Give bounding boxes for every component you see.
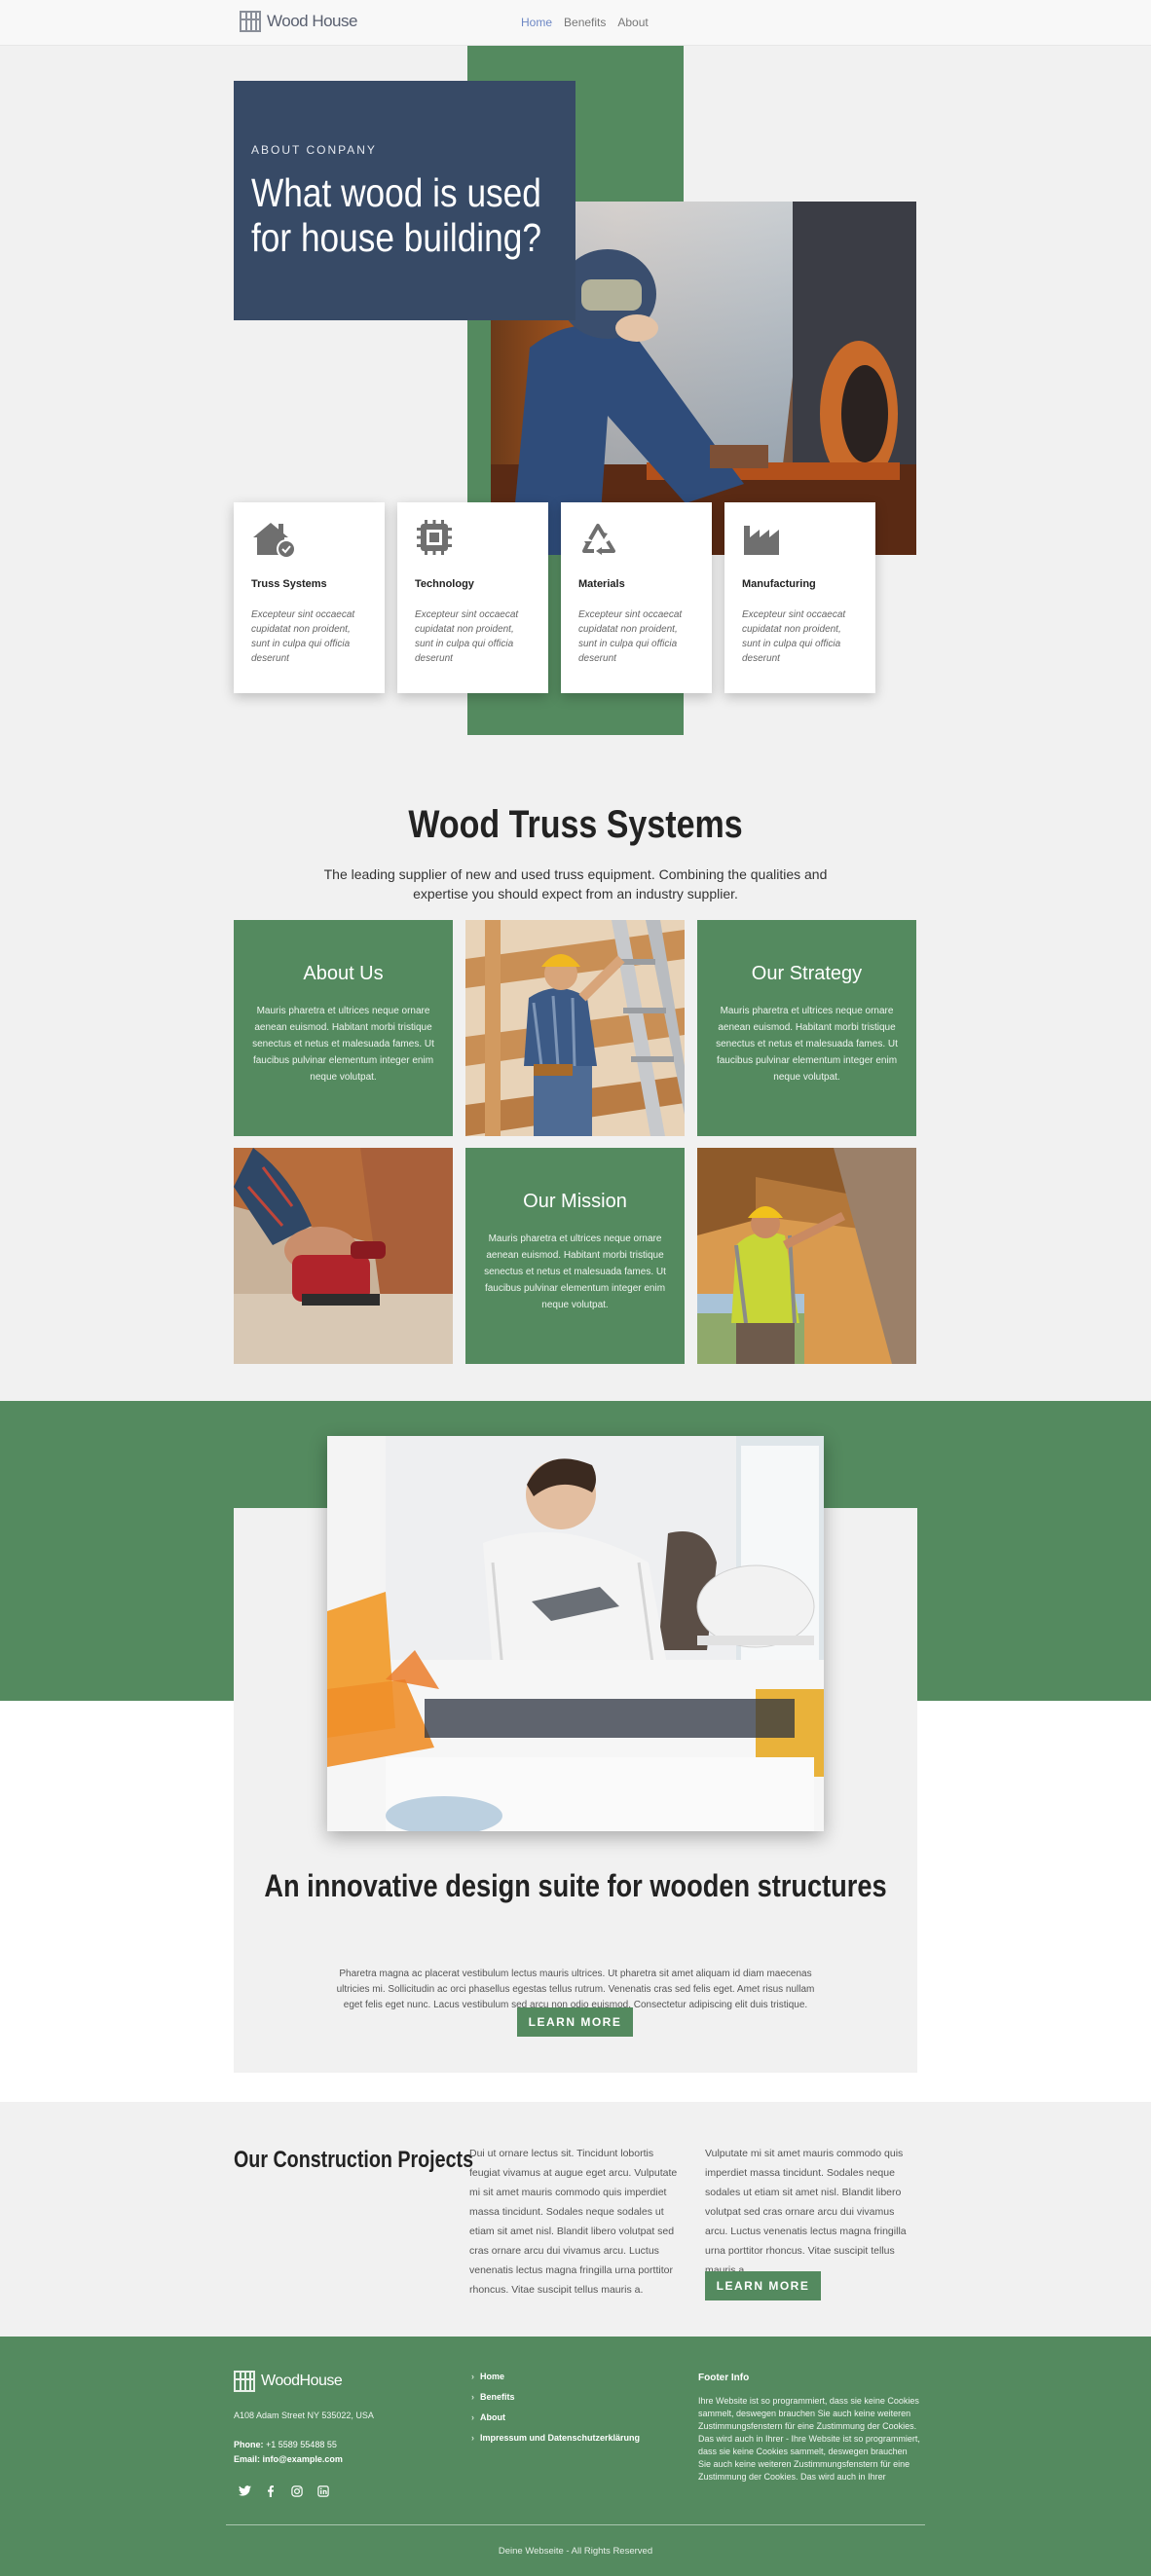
truss-section-title: Wood Truss Systems [408, 803, 743, 846]
feature-text: Excepteur sint occaecat cupidatat non pr… [742, 609, 846, 664]
footer-phone-label: Phone: [234, 2440, 264, 2449]
truss-section-subtitle: The leading supplier of new and used tru… [323, 866, 828, 902]
instagram-icon[interactable] [290, 2485, 304, 2500]
feature-card-materials: Materials Excepteur sint occaecat cupida… [561, 502, 712, 693]
footer-link-benefits[interactable]: Benefits [471, 2392, 640, 2402]
logo-text: Wood House [267, 12, 357, 30]
recycle-icon [578, 520, 627, 559]
facebook-icon[interactable] [264, 2485, 278, 2500]
tile-about-us: About Us Mauris pharetra et ultrices neq… [234, 920, 453, 1136]
projects-text-col1: Dui ut ornare lectus sit. Tincidunt lobo… [469, 2148, 678, 2296]
feature-title: Manufacturing [742, 578, 816, 590]
projects-text-col2: Vulputate mi sit amet mauris commodo qui… [705, 2148, 907, 2276]
footer-address: A108 Adam Street NY 535022, USA [234, 2410, 374, 2420]
logo-grid-icon [234, 2371, 255, 2392]
roof-worker-photo [697, 1148, 916, 1364]
tile-title: Our Strategy [751, 963, 863, 984]
footer-divider [226, 2524, 925, 2525]
footer-phone: Phone: +1 5589 55488 55 [234, 2440, 337, 2449]
tile-title: About Us [303, 963, 384, 984]
innovation-learn-more-button[interactable]: LEARN MORE [517, 2007, 633, 2037]
hero-title: What wood is used for house building? [251, 170, 541, 260]
footer-copyright: Deine Webseite - All Rights Reserved [498, 2546, 653, 2557]
tile-text: Mauris pharetra et ultrices neque ornare… [716, 1006, 898, 1083]
feature-title: Materials [578, 578, 625, 590]
footer-logo[interactable]: WoodHouse [234, 2371, 343, 2392]
feature-card-technology: Technology Excepteur sint occaecat cupid… [397, 502, 548, 693]
engineer-desk-photo [327, 1436, 824, 1831]
factory-icon [742, 520, 791, 559]
hero-kicker: ABOUT CONPANY [251, 143, 377, 157]
footer-email-label: Email: [234, 2454, 261, 2464]
site-logo[interactable]: Wood House [240, 11, 357, 32]
footer-info-title: Footer Info [698, 2373, 750, 2383]
linkedin-icon[interactable] [316, 2485, 330, 2500]
footer-email-value[interactable]: info@example.com [263, 2454, 343, 2464]
feature-title: Technology [415, 578, 474, 590]
sander-photo [234, 1148, 453, 1364]
main-nav: Home Benefits About [521, 16, 649, 29]
footer-phone-value[interactable]: +1 5589 55488 55 [266, 2440, 337, 2449]
feature-title: Truss Systems [251, 578, 327, 590]
projects-learn-more-button[interactable]: LEARN MORE [705, 2271, 821, 2300]
chip-icon [415, 520, 464, 559]
innovation-title: An innovative design suite for wooden st… [264, 1868, 887, 1903]
logo-grid-icon [240, 11, 261, 32]
feature-text: Excepteur sint occaecat cupidatat non pr… [415, 609, 519, 664]
footer-link-impressum[interactable]: Impressum und Datenschutzerklärung [471, 2433, 640, 2443]
footer-email: Email: info@example.com [234, 2454, 343, 2464]
tile-text: Mauris pharetra et ultrices neque ornare… [484, 1233, 666, 1310]
feature-card-manufacturing: Manufacturing Excepteur sint occaecat cu… [724, 502, 875, 693]
innovation-text: Pharetra magna ac placerat vestibulum le… [336, 1969, 815, 2010]
feature-text: Excepteur sint occaecat cupidatat non pr… [578, 609, 683, 664]
ladder-worker-photo [465, 920, 685, 1136]
footer-social-links [238, 2485, 330, 2500]
nav-home[interactable]: Home [521, 16, 552, 29]
footer-logo-text: WoodHouse [261, 2373, 343, 2389]
feature-card-truss-systems: Truss Systems Excepteur sint occaecat cu… [234, 502, 385, 693]
footer-link-about[interactable]: About [471, 2412, 640, 2422]
site-footer: WoodHouse A108 Adam Street NY 535022, US… [0, 2337, 1151, 2576]
footer-info-text: Ihre Website ist so programmiert, dass s… [698, 2396, 920, 2482]
projects-title: Our Construction Projects [234, 2147, 474, 2173]
tile-text: Mauris pharetra et ultrices neque ornare… [252, 1006, 434, 1083]
hero-title-box: ABOUT CONPANY What wood is used for hous… [234, 81, 576, 320]
tile-title: Our Mission [523, 1191, 627, 1212]
site-header: Wood House Home Benefits About [0, 0, 1151, 46]
tile-our-strategy: Our Strategy Mauris pharetra et ultrices… [697, 920, 916, 1136]
footer-link-home[interactable]: Home [471, 2372, 640, 2381]
house-check-icon [251, 520, 300, 559]
footer-links: Home Benefits About Impressum und Datens… [471, 2372, 640, 2453]
nav-benefits[interactable]: Benefits [564, 16, 606, 29]
tile-our-mission: Our Mission Mauris pharetra et ultrices … [465, 1148, 685, 1364]
nav-about[interactable]: About [617, 16, 648, 29]
twitter-icon[interactable] [238, 2485, 251, 2500]
feature-text: Excepteur sint occaecat cupidatat non pr… [251, 609, 355, 664]
